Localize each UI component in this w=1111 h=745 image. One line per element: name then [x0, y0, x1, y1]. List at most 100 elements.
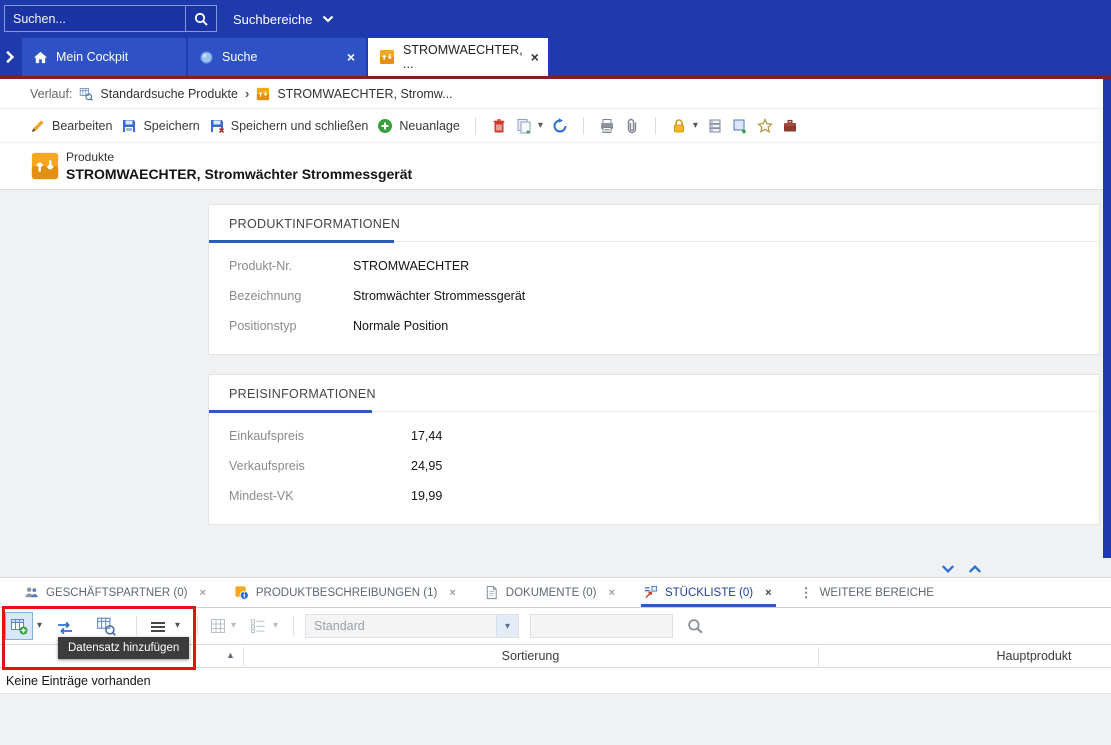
list-view-menu-icon[interactable]	[150, 621, 166, 633]
people-icon	[24, 585, 39, 600]
panel-expand-icon[interactable]	[3, 50, 17, 64]
printer-icon	[599, 118, 615, 134]
application-window: Suchbereiche Mein Cockpit Suche ×	[0, 0, 1111, 745]
save-label: Speichern	[143, 119, 199, 133]
sort-ascending-icon[interactable]: ▲	[226, 650, 235, 660]
refresh-button[interactable]	[552, 118, 568, 134]
copy-button[interactable]: ▾	[516, 118, 543, 134]
tab-label: WEITERE BEREICHE	[820, 587, 934, 599]
save-and-close-button[interactable]: Speichern und schließen	[209, 118, 369, 134]
tab-stueckliste[interactable]: STÜCKLISTE (0) ×	[643, 578, 772, 607]
chevron-down-icon[interactable]: ▾	[175, 620, 180, 631]
field-row: Positionstyp Normale Position	[229, 311, 1099, 341]
field-value[interactable]: 19,99	[411, 489, 442, 503]
field-row: Produkt-Nr. STROMWAECHTER	[229, 251, 1099, 281]
tab-dokumente[interactable]: DOKUMENTE (0) ×	[484, 578, 615, 607]
transfer-arrows-icon[interactable]	[55, 618, 75, 638]
field-value[interactable]: 17,44	[411, 429, 442, 443]
chevron-down-icon[interactable]: ▾	[37, 620, 42, 631]
save-close-label: Speichern und schließen	[231, 119, 369, 133]
footer-area	[0, 694, 1111, 745]
close-icon[interactable]: ×	[609, 587, 615, 599]
delete-button[interactable]	[491, 118, 507, 134]
global-topbar: Suchbereiche	[0, 0, 1111, 38]
bill-of-materials-icon	[643, 585, 658, 600]
paperclip-icon	[624, 118, 640, 134]
field-value[interactable]: Normale Position	[353, 319, 448, 333]
tab-stromwaechter-active[interactable]: STROMWAECHTER, ... ×	[368, 38, 548, 76]
tab-mein-cockpit[interactable]: Mein Cockpit	[22, 38, 186, 76]
table-search-icon[interactable]	[96, 616, 116, 636]
chevron-down-icon[interactable]: ▾	[273, 620, 278, 631]
close-icon[interactable]: ×	[531, 50, 539, 64]
export-button[interactable]	[732, 118, 748, 134]
table-search-icon	[79, 87, 93, 101]
tab-label: DOKUMENTE (0)	[506, 587, 597, 599]
main-tabbar: Mein Cockpit Suche × STROMWAECHTER, ... …	[0, 38, 1111, 76]
close-icon[interactable]: ×	[765, 587, 771, 599]
archive-button[interactable]	[707, 118, 723, 134]
field-row: Verkaufspreis 24,95	[229, 451, 1099, 481]
tab-geschaeftspartner[interactable]: GESCHÄFTSPARTNER (0) ×	[24, 578, 206, 607]
briefcase-icon	[782, 118, 798, 134]
record-toolbar: Bearbeiten Speichern Speichern und schli…	[0, 109, 1111, 143]
breadcrumb-standardsuche[interactable]: Standardsuche Produkte	[100, 87, 238, 101]
search-icon[interactable]	[186, 11, 216, 27]
search-icon[interactable]	[686, 617, 704, 635]
pencil-icon	[30, 118, 46, 134]
chevron-down-icon[interactable]: ▾	[693, 121, 698, 131]
section-tab-produktinformationen[interactable]: PRODUKTINFORMATIONEN	[229, 217, 400, 231]
close-icon[interactable]: ×	[347, 50, 355, 64]
toolbar-separator	[655, 117, 656, 135]
checklist-icon[interactable]	[250, 618, 266, 634]
tab-produktbeschreibungen[interactable]: PRODUKTBESCHREIBUNGEN (1) ×	[234, 578, 456, 607]
section-tab-preisinformationen[interactable]: PREISINFORMATIONEN	[229, 387, 376, 401]
list-filter-input[interactable]	[530, 614, 673, 638]
chevron-down-icon[interactable]: ▾	[496, 615, 518, 637]
search-areas-label: Suchbereiche	[233, 12, 313, 27]
field-value[interactable]: 24,95	[411, 459, 442, 473]
home-icon	[33, 50, 48, 65]
search-areas-dropdown[interactable]: Suchbereiche	[233, 0, 334, 38]
chevron-down-icon[interactable]: ▾	[231, 620, 236, 631]
breadcrumb-stromwaechter[interactable]: STROMWAECHTER, Stromw...	[277, 87, 452, 101]
column-header-sortierung[interactable]: Sortierung	[243, 649, 818, 663]
tab-label: PRODUKTBESCHREIBUNGEN (1)	[256, 587, 437, 599]
card-preisinformationen: PREISINFORMATIONEN Einkaufspreis 17,44 V…	[208, 374, 1100, 525]
collapsed-side-panel[interactable]	[1103, 79, 1111, 558]
add-record-button[interactable]	[5, 612, 33, 640]
chevron-down-icon[interactable]: ▾	[538, 121, 543, 131]
view-selector-dropdown[interactable]: Standard ▾	[305, 614, 519, 638]
active-section-underline	[209, 240, 394, 243]
column-header-hauptprodukt[interactable]: Hauptprodukt	[818, 649, 1111, 663]
list-empty-row: Keine Einträge vorhanden	[0, 668, 1111, 694]
star-icon	[757, 118, 773, 134]
field-value[interactable]: Stromwächter Strommessgerät	[353, 289, 525, 303]
breadcrumb-separator-icon: ›	[245, 86, 249, 101]
lock-button[interactable]: ▾	[671, 118, 698, 134]
new-label: Neuanlage	[399, 119, 459, 133]
print-button[interactable]	[599, 118, 615, 134]
active-section-underline	[209, 410, 372, 413]
tab-label: Suche	[222, 50, 257, 64]
global-search-box[interactable]	[4, 5, 217, 32]
close-icon[interactable]: ×	[199, 587, 205, 599]
tab-label: STÜCKLISTE (0)	[665, 587, 753, 599]
field-value[interactable]: STROMWAECHTER	[353, 259, 469, 273]
chevron-up-icon[interactable]	[968, 562, 982, 576]
dots-vertical-icon: ⋮	[800, 585, 813, 601]
card-body: Einkaufspreis 17,44 Verkaufspreis 24,95 …	[209, 412, 1099, 511]
search-input[interactable]	[5, 12, 185, 26]
tab-weitere-bereiche[interactable]: ⋮ WEITERE BEREICHE	[800, 578, 934, 607]
save-button[interactable]: Speichern	[121, 118, 199, 134]
toolbox-button[interactable]	[782, 118, 798, 134]
new-record-button[interactable]: Neuanlage	[377, 118, 459, 134]
close-icon[interactable]: ×	[449, 587, 455, 599]
attachment-button[interactable]	[624, 118, 640, 134]
history-bar: Verlauf: Standardsuche Produkte › STROMW…	[0, 79, 1111, 109]
grid-view-icon[interactable]	[210, 618, 226, 634]
tab-suche[interactable]: Suche ×	[188, 38, 366, 76]
chevron-down-icon[interactable]	[941, 562, 955, 576]
favorite-button[interactable]	[757, 118, 773, 134]
edit-button[interactable]: Bearbeiten	[30, 118, 112, 134]
